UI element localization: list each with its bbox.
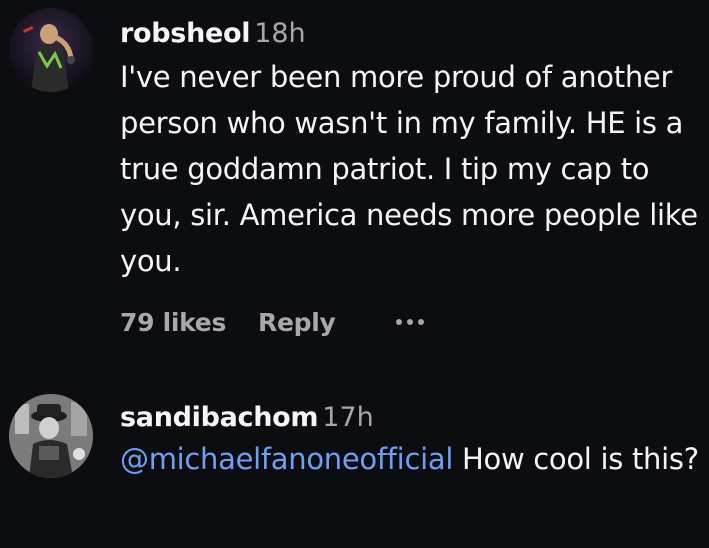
likes-count[interactable]: 79 likes [120, 308, 226, 337]
reply-button[interactable]: Reply [258, 308, 336, 337]
comment-content: sandibachom 17h @michaelfanoneofficial Ho… [120, 398, 700, 481]
comment-text: @michaelfanoneofficial How cool is this? [120, 438, 700, 481]
comment-actions: 79 likes Reply [120, 304, 426, 340]
dot [395, 319, 402, 325]
avatar[interactable] [9, 394, 93, 478]
avatar-image [9, 8, 93, 92]
dot [417, 319, 424, 325]
comment-text-rest: How cool is this? [453, 442, 699, 476]
dot [406, 319, 413, 325]
comment-header: sandibachom 17h [120, 398, 697, 438]
comment-content: robsheol 18h I've never been more proud o… [120, 14, 698, 284]
avatar-image [9, 394, 93, 478]
username[interactable]: robsheol [120, 18, 251, 49]
comment-header: robsheol 18h [120, 14, 697, 54]
comment-text: I've never been more proud of another pe… [120, 60, 698, 278]
avatar[interactable] [9, 8, 93, 92]
mention-link[interactable]: @michaelfanoneofficial [120, 442, 453, 476]
ellipsis-icon[interactable] [394, 315, 426, 329]
username[interactable]: sandibachom [120, 402, 319, 433]
timestamp: 18h [254, 18, 306, 49]
comment-thread: robsheol 18h I've never been more proud o… [0, 0, 709, 548]
timestamp: 17h [322, 402, 374, 433]
